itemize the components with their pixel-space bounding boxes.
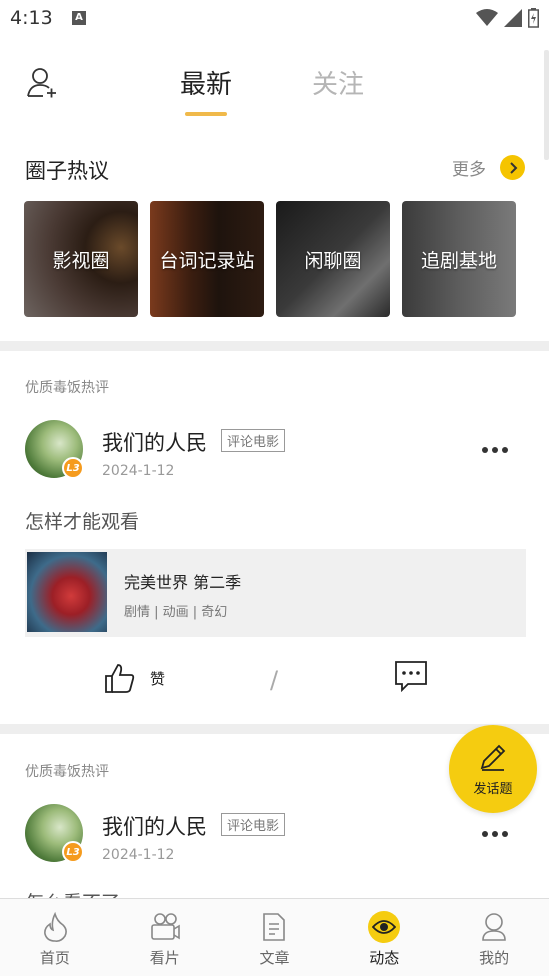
wifi-icon [476, 9, 498, 26]
document-icon [258, 911, 290, 943]
post-actions: 赞 / [0, 656, 549, 716]
post-topic-label: 发话题 [473, 781, 513, 797]
nav-profile[interactable]: 我的 [439, 899, 549, 976]
tab-latest[interactable]: 最新 [180, 64, 232, 101]
nav-feed[interactable]: 动态 [329, 899, 439, 976]
comment-button[interactable] [394, 660, 428, 696]
circle-card-label: 闲聊圈 [304, 249, 362, 272]
like-button[interactable]: 赞 [104, 662, 165, 694]
tab-follow[interactable]: 关注 [312, 64, 364, 101]
circle-section-title: 圈子热议 [25, 159, 109, 183]
post-date: 2024-1-12 [102, 847, 175, 863]
more-options-icon[interactable] [482, 831, 508, 837]
circle-card-label: 台词记录站 [159, 249, 255, 272]
nav-movies[interactable]: 看片 [110, 899, 220, 976]
post-category: 优质毒饭热评 [25, 380, 109, 396]
nav-articles-label: 文章 [259, 949, 290, 967]
post-category: 优质毒饭热评 [25, 764, 109, 780]
circle-section-header: 圈子热议 更多 [25, 155, 525, 185]
add-friend-icon[interactable] [26, 66, 58, 98]
post-tag: 评论电影 [221, 429, 286, 452]
status-icons [476, 8, 539, 28]
post-card[interactable]: 优质毒饭热评 L3 我们的人民 评论电影 2024-1-12 怎样才能观看 完美… [0, 351, 549, 724]
nav-movies-label: 看片 [149, 949, 180, 967]
post-text: 怎么看不了 [25, 888, 120, 898]
comment-icon [395, 661, 427, 693]
status-bar: 4:13 A [0, 0, 549, 36]
work-genres: 剧情 | 动画 | 奇幻 [124, 605, 228, 620]
nav-feed-label: 动态 [369, 949, 400, 967]
work-poster [27, 552, 107, 632]
scrollbar[interactable] [544, 50, 549, 160]
camera-icon [149, 911, 181, 943]
thumbs-up-icon [105, 664, 135, 693]
nav-profile-label: 我的 [479, 949, 510, 967]
battery-icon [528, 8, 539, 28]
post-username[interactable]: 我们的人民 [102, 811, 207, 841]
circle-card-label: 追剧基地 [420, 249, 497, 272]
like-label: 赞 [150, 669, 166, 688]
level-badge: L3 [62, 841, 84, 863]
chevron-right-icon [500, 155, 525, 180]
action-separator: / [270, 666, 279, 694]
work-card[interactable]: 完美世界 第二季 剧情 | 动画 | 奇幻 [25, 549, 526, 637]
circle-card[interactable]: 台词记录站 [150, 201, 264, 317]
notification-icon: A [72, 11, 86, 25]
post-tag: 评论电影 [221, 813, 286, 836]
pencil-icon [480, 744, 506, 771]
post-topic-button[interactable]: 发话题 [449, 725, 537, 813]
nav-home[interactable]: 首页 [0, 899, 110, 976]
level-badge: L3 [62, 457, 84, 479]
more-options-icon[interactable] [482, 447, 508, 453]
more-label: 更多 [452, 160, 486, 180]
bottom-nav: 首页 看片 文章 动态 我的 [0, 898, 549, 976]
top-nav: 最新 关注 [0, 50, 549, 130]
circle-card[interactable]: 闲聊圈 [276, 201, 390, 317]
more-button[interactable]: 更多 [452, 155, 525, 180]
nav-home-label: 首页 [39, 949, 70, 967]
post-text: 怎样才能观看 [25, 511, 140, 533]
nav-articles[interactable]: 文章 [220, 899, 330, 976]
circle-list: 影视圈 台词记录站 闲聊圈 追剧基地 [24, 201, 516, 317]
post-date: 2024-1-12 [102, 463, 175, 479]
user-icon [478, 911, 510, 943]
flame-icon [39, 911, 71, 943]
circle-card[interactable]: 影视圈 [24, 201, 138, 317]
circle-card-label: 影视圈 [52, 249, 110, 272]
signal-icon [504, 9, 522, 27]
eye-icon [368, 911, 401, 943]
circle-card[interactable]: 追剧基地 [402, 201, 516, 317]
work-title: 完美世界 第二季 [124, 573, 242, 592]
post-username[interactable]: 我们的人民 [102, 427, 207, 457]
section-divider [0, 341, 549, 351]
active-tab-indicator [185, 112, 227, 116]
status-time: 4:13 [10, 7, 53, 29]
